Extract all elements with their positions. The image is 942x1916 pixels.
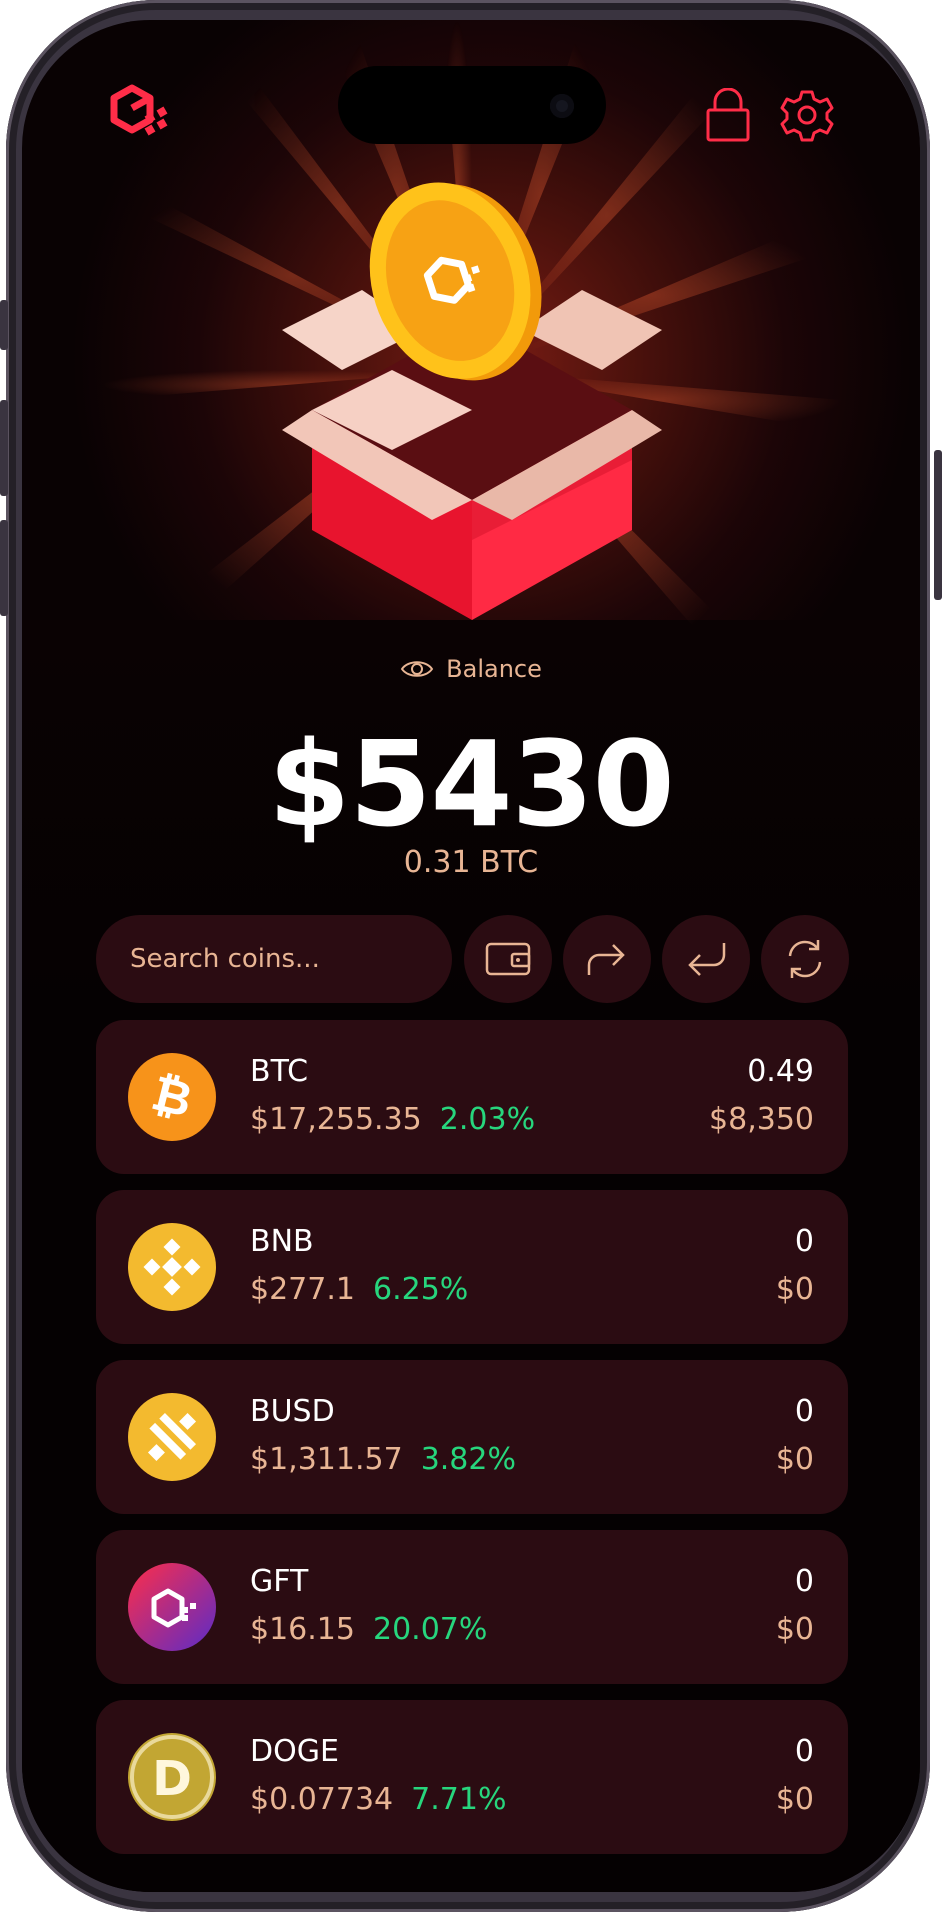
coin-change: 20.07% [372, 1612, 488, 1647]
coin-price: $16.15 20.07% [250, 1612, 488, 1647]
balance-label: Balance [446, 655, 542, 683]
coin-value: $0 [775, 1782, 814, 1817]
coin-value: $0 [775, 1442, 814, 1477]
coin-change: 2.03% [439, 1102, 536, 1137]
svg-text:₿: ₿ [146, 1065, 198, 1129]
gear-icon[interactable] [780, 88, 834, 142]
search-input[interactable] [96, 915, 452, 1003]
volume-up-button [0, 400, 8, 496]
bnb-icon [128, 1223, 216, 1311]
wallet-icon [485, 942, 531, 976]
coin-symbol: GFT [250, 1564, 309, 1599]
coin-price: $1,311.57 3.82% [250, 1442, 516, 1477]
coin-price: $0.07734 7.71% [250, 1782, 507, 1817]
coin-change: 6.25% [372, 1272, 469, 1307]
coin-symbol: DOGE [250, 1734, 339, 1769]
send-icon [587, 944, 625, 975]
coin-row-doge[interactable]: D DOGE $0.07734 7.71% 0 $0 [96, 1700, 848, 1854]
bitcoin-icon: ₿ [128, 1053, 216, 1141]
app-logo-icon[interactable] [102, 80, 172, 150]
coin-row-busd[interactable]: BUSD $1,311.57 3.82% 0 $0 [96, 1360, 848, 1514]
svg-text:D: D [152, 1751, 192, 1807]
coin-symbol: BTC [250, 1054, 309, 1089]
coin-amount: 0 [794, 1564, 814, 1599]
coin-amount: 0 [794, 1734, 814, 1769]
wallet-button[interactable] [464, 915, 552, 1003]
balance-toggle[interactable]: Balance [22, 655, 920, 683]
doge-icon: D [128, 1733, 216, 1821]
coin-row-bnb[interactable]: BNB $277.1 6.25% 0 $0 [96, 1190, 848, 1344]
gft-icon [128, 1563, 216, 1651]
coin-amount: 0 [794, 1224, 814, 1259]
coin-amount: 0 [794, 1394, 814, 1429]
side-button [0, 300, 8, 350]
send-button[interactable] [563, 915, 651, 1003]
swap-icon [788, 940, 822, 978]
coin-value: $0 [775, 1272, 814, 1307]
coin-symbol: BNB [250, 1224, 314, 1259]
volume-down-button [0, 520, 8, 616]
balance-amount: $5430 [268, 715, 675, 853]
coin-value: $0 [775, 1612, 814, 1647]
coin-change: 7.71% [411, 1782, 507, 1817]
coin-amount: 0.49 [747, 1054, 814, 1089]
coin-price: $17,255.35 2.03% [250, 1102, 536, 1137]
coin-change: 3.82% [420, 1442, 516, 1477]
coin-symbol: BUSD [250, 1394, 335, 1429]
coin-row-gft[interactable]: GFT $16.15 20.07% 0 $0 [96, 1530, 848, 1684]
swap-button[interactable] [761, 915, 849, 1003]
coin-row-btc[interactable]: ₿ BTC $17,255.35 2.03% 0.49 $8,350 [96, 1020, 848, 1174]
camera [550, 94, 574, 118]
receive-button[interactable] [662, 915, 750, 1003]
busd-icon [128, 1393, 216, 1481]
receive-icon [688, 943, 726, 976]
coin-price: $277.1 6.25% [250, 1272, 469, 1307]
app-screen: Balance $5430 0.31 BTC Search coins... ₿… [22, 20, 920, 1892]
balance-btc: 0.31 BTC [403, 845, 539, 880]
gift-box-illustration [282, 182, 662, 620]
coin-value: $8,350 [709, 1102, 814, 1137]
lock-icon[interactable] [705, 88, 751, 144]
eye-icon [400, 661, 434, 677]
power-button [934, 450, 942, 600]
